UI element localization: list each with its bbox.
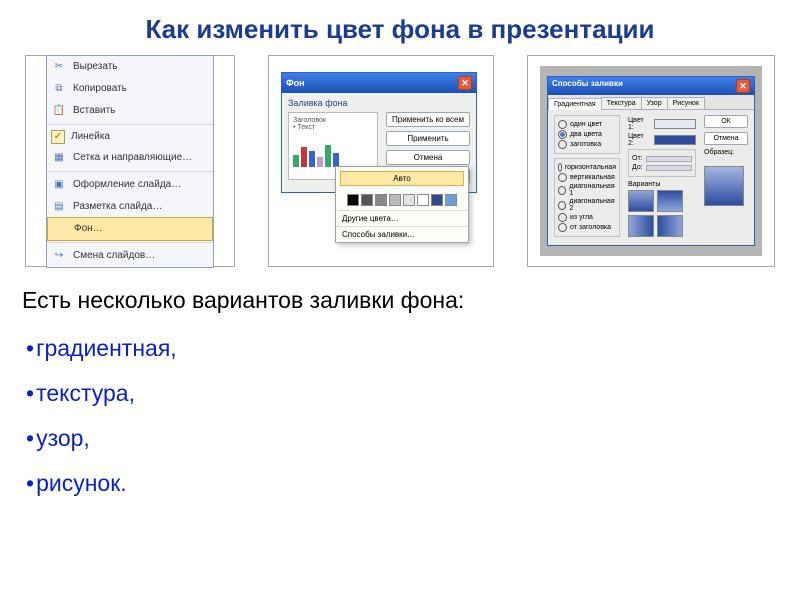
- menu-label: Оформление слайда…: [73, 179, 181, 190]
- menu-label: Копировать: [73, 83, 127, 94]
- menu-label: Линейка: [71, 131, 110, 142]
- dialog-body: один цвет два цвета заготовка горизонтал…: [548, 110, 754, 246]
- separator: [47, 171, 213, 172]
- screenshot-fill-dialog: Способы заливки ✕ Градиентная Текстура У…: [527, 55, 775, 267]
- menu-item-paste: 📋 Вставить: [47, 100, 213, 122]
- radio-one-color: один цвет: [558, 120, 616, 129]
- tab-texture: Текстура: [601, 97, 642, 109]
- preview-text: • Текст: [293, 124, 373, 131]
- body-text: Есть несколько вариантов заливки фона: г…: [0, 267, 800, 506]
- auto-color-row: Авто: [340, 171, 464, 186]
- color2-label: Цвет 2:: [628, 133, 650, 147]
- ok-button: ОК: [704, 115, 748, 128]
- paste-icon: 📋: [51, 103, 67, 119]
- app-window: Способы заливки ✕ Градиентная Текстура У…: [540, 66, 762, 256]
- radio-corner: из угла: [558, 213, 616, 222]
- option-gradient: градиентная,: [26, 326, 778, 371]
- menu-item-design: ▣ Оформление слайда…: [47, 174, 213, 196]
- radio-vertical: вертикальная: [558, 173, 616, 182]
- screenshot-background-dialog: Фон ✕ Заливка фона Заголовок • Текст: [268, 55, 494, 267]
- copy-icon: ⧉: [51, 81, 67, 97]
- layout-icon: ▤: [51, 199, 67, 215]
- tab-pattern: Узор: [641, 97, 668, 109]
- color-swatches: [336, 190, 468, 210]
- transparency-group: От: До:: [628, 149, 696, 177]
- color1-label: Цвет 1:: [628, 117, 650, 131]
- tab-picture: Рисунок: [667, 97, 705, 109]
- menu-item-copy: ⧉ Копировать: [47, 78, 213, 100]
- menu-item-transition: ↪ Смена слайдов…: [47, 245, 213, 267]
- background-icon: [52, 221, 68, 237]
- close-icon: ✕: [736, 79, 750, 93]
- slider-track: [646, 156, 692, 162]
- dialog-wrap: Фон ✕ Заливка фона Заголовок • Текст: [281, 66, 481, 256]
- option-pattern: узор,: [26, 416, 778, 461]
- cancel-button: Отмена: [704, 132, 748, 145]
- cancel-button: Отмена: [386, 150, 470, 165]
- menu-label: Разметка слайда…: [73, 201, 162, 212]
- dialog-titlebar: Способы заливки ✕: [548, 77, 754, 95]
- transition-icon: ↪: [51, 248, 67, 264]
- radio-preset: заготовка: [558, 140, 616, 149]
- scissors-icon: ✂: [51, 59, 67, 75]
- preview-heading: Заголовок: [293, 117, 373, 124]
- apply-button: Применить: [386, 131, 470, 146]
- grid-icon: ▦: [51, 150, 67, 166]
- fill-effects-row: Способы заливки…: [336, 226, 468, 242]
- menu-item-grid: ▦ Сетка и направляющие…: [47, 147, 213, 169]
- menu-label: Сетка и направляющие…: [73, 152, 192, 163]
- color-popup: Авто Другие цвета… Способы заливки…: [335, 166, 469, 243]
- apply-all-button: Применить ко всем: [386, 112, 470, 127]
- close-icon: ✕: [458, 76, 472, 90]
- auto-label: Авто: [393, 174, 410, 183]
- menu-label: Фон…: [74, 223, 103, 234]
- color1-swatch: [654, 119, 696, 129]
- menu-item-layout: ▤ Разметка слайда…: [47, 196, 213, 218]
- menu-label: Вставить: [73, 105, 115, 116]
- radio-title: от заголовка: [558, 223, 616, 232]
- colors-group: один цвет два цвета заготовка: [554, 115, 620, 154]
- dialog-titlebar: Фон ✕: [282, 73, 476, 93]
- menu-item-cut: ✂ Вырезать: [47, 56, 213, 78]
- color1-row: Цвет 1:: [628, 117, 696, 131]
- menu-item-background: Фон…: [47, 217, 213, 241]
- radio-two-colors: два цвета: [558, 130, 616, 139]
- slider-track: [646, 165, 692, 171]
- page-title: Как изменить цвет фона в презентации: [0, 0, 800, 55]
- context-menu: ✂ Вырезать ⧉ Копировать 📋 Вставить ✓ Лин…: [46, 55, 214, 268]
- sample-label: Образец:: [704, 149, 748, 156]
- color2-row: Цвет 2:: [628, 133, 696, 147]
- menu-label: Вырезать: [73, 61, 117, 72]
- intro-text: Есть несколько вариантов заливки фона:: [22, 287, 778, 314]
- from-label: От:: [632, 155, 643, 162]
- dialog-title: Фон: [286, 78, 305, 88]
- shading-group: горизонтальная вертикальная диагональная…: [554, 158, 620, 237]
- screenshot-context-menu: ✂ Вырезать ⧉ Копировать 📋 Вставить ✓ Лин…: [25, 55, 235, 267]
- fill-effects-dialog: Способы заливки ✕ Градиентная Текстура У…: [547, 76, 755, 246]
- design-icon: ▣: [51, 177, 67, 193]
- menu-label: Смена слайдов…: [73, 250, 155, 261]
- radio-diag1: диагональная 1: [558, 183, 616, 197]
- separator: [47, 124, 213, 125]
- tab-gradient: Градиентная: [548, 98, 602, 110]
- radio-diag2: диагональная 2: [558, 198, 616, 212]
- option-texture: текстура,: [26, 371, 778, 416]
- checkmark-icon: ✓: [51, 130, 65, 144]
- dialog-title: Способы заливки: [552, 79, 623, 93]
- other-colors-row: Другие цвета…: [336, 210, 468, 226]
- option-picture: рисунок.: [26, 461, 778, 506]
- section-label: Заливка фона: [288, 98, 470, 108]
- to-label: До:: [632, 164, 643, 171]
- tab-row: Градиентная Текстура Узор Рисунок: [548, 95, 754, 110]
- screenshots-row: ✂ Вырезать ⧉ Копировать 📋 Вставить ✓ Лин…: [0, 55, 800, 267]
- separator: [47, 242, 213, 243]
- variants-grid: [628, 190, 696, 237]
- variants-label: Варианты: [628, 181, 696, 188]
- fill-options-list: градиентная, текстура, узор, рисунок.: [22, 314, 778, 506]
- sample-swatch: [704, 166, 744, 206]
- radio-horizontal: горизонтальная: [558, 163, 616, 172]
- color2-swatch: [654, 135, 696, 145]
- menu-item-ruler: ✓ Линейка: [47, 127, 213, 147]
- chart-icon: [293, 141, 373, 167]
